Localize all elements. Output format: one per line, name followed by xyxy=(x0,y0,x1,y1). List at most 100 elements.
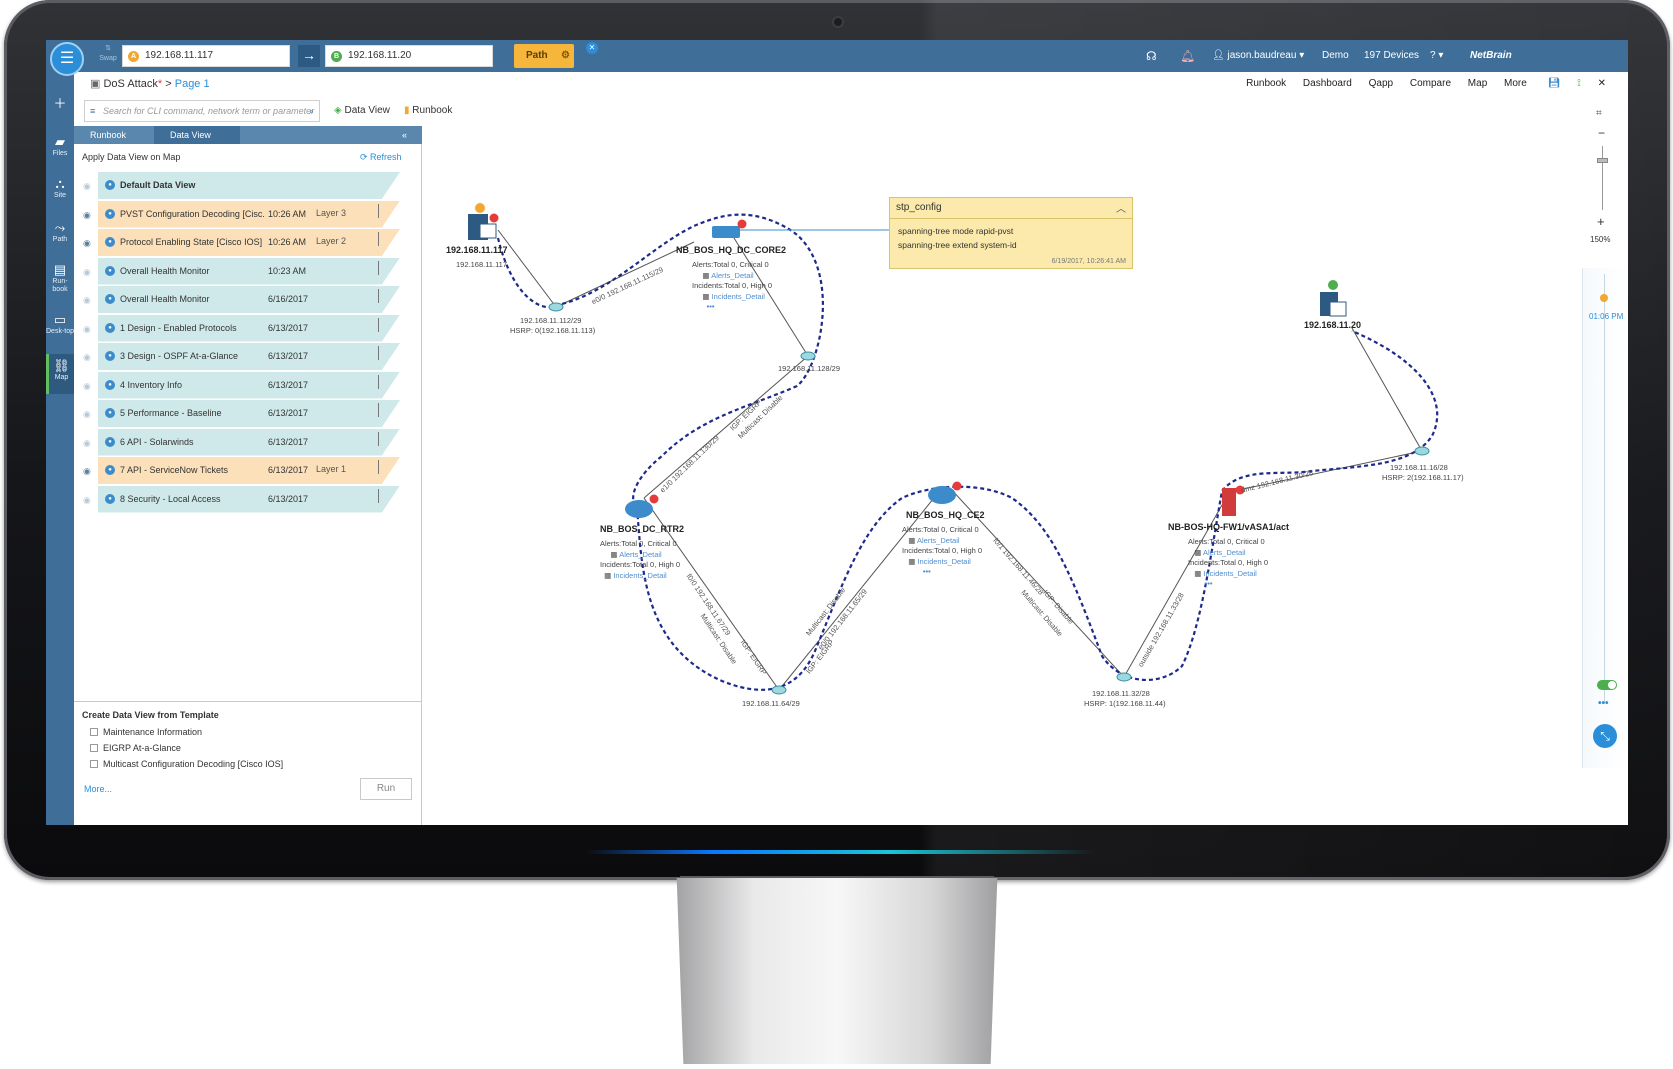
incidents-detail-link[interactable]: Incidents_Detail xyxy=(1203,569,1256,578)
pin-icon[interactable] xyxy=(378,232,379,246)
chevron-up-icon[interactable]: ︿ xyxy=(1116,200,1126,215)
core2-name[interactable]: NB_BOS_HQ_DC_CORE2 xyxy=(676,245,786,255)
eye-icon[interactable]: ◉ xyxy=(83,181,91,192)
incidents-detail-link[interactable]: Incidents_Detail xyxy=(712,292,765,301)
dataview-row[interactable]: ◉ ● 1 Design - Enabled Protocols 6/13/2017 xyxy=(78,314,418,342)
dataview-row[interactable]: ◉ ● Default Data View xyxy=(78,172,418,199)
share-icon[interactable]: ⟟ xyxy=(1577,78,1581,89)
config-note[interactable]: stp_config ︿ spanning-tree mode rapid-pv… xyxy=(889,197,1133,269)
destination-field[interactable]: B 192.168.11.20 xyxy=(325,45,493,67)
network-map[interactable]: 192.168.11.117 192.168.11.117 192.168.11… xyxy=(422,126,1580,825)
eye-icon[interactable]: ◉ xyxy=(83,466,91,477)
eye-icon[interactable]: ◉ xyxy=(83,438,91,449)
rtr2-name[interactable]: NB_BOS_DC_RTR2 xyxy=(600,524,684,534)
eye-icon[interactable]: ◉ xyxy=(83,210,91,221)
run-button[interactable]: Run xyxy=(360,778,412,800)
alerts-detail-link[interactable]: Alerts_Detail xyxy=(619,550,662,559)
eye-icon[interactable]: ◉ xyxy=(83,238,91,249)
template-item[interactable]: Multicast Configuration Decoding [Cisco … xyxy=(90,759,283,769)
pin-icon[interactable] xyxy=(378,317,379,332)
fw1-name[interactable]: NB-BOS-HQ-FW1/vASA1/act xyxy=(1168,522,1289,532)
host-a-name[interactable]: 192.168.11.117 xyxy=(446,245,508,255)
source-field[interactable]: A 192.168.11.117 xyxy=(122,45,290,67)
pin-icon[interactable] xyxy=(378,460,379,474)
toplink-runbook[interactable]: Runbook xyxy=(1246,78,1286,89)
dataview-row[interactable]: ◉ ● 4 Inventory Info 6/13/2017 xyxy=(78,371,418,399)
host-b-name[interactable]: 192.168.11.20 xyxy=(1304,320,1361,330)
swap-button[interactable]: ⇅ Swap xyxy=(96,44,120,64)
path-button[interactable]: Path ⚙ xyxy=(514,44,574,68)
rail-desktop[interactable]: ▭ Desk-top xyxy=(46,312,74,336)
dataview-tool[interactable]: ◈ Data View xyxy=(334,100,390,122)
eye-icon[interactable]: ◉ xyxy=(83,295,91,306)
dataview-row[interactable]: ◉ ● 8 Security - Local Access 6/13/2017 xyxy=(78,485,418,513)
zoom-handle[interactable] xyxy=(1597,158,1608,163)
toplink-qapp[interactable]: Qapp xyxy=(1369,78,1393,89)
ce2-name[interactable]: NB_BOS_HQ_CE2 xyxy=(906,510,985,520)
add-button[interactable]: ＋ xyxy=(46,96,74,112)
alerts-detail-link[interactable]: Alerts_Detail xyxy=(1203,548,1246,557)
help-icon[interactable]: ? ▾ xyxy=(1430,40,1443,72)
toplink-compare[interactable]: Compare xyxy=(1410,78,1451,89)
main-menu-button[interactable]: ☰ xyxy=(50,42,84,76)
rail-site[interactable]: ⛬ Site xyxy=(46,176,74,200)
devices-count[interactable]: 197 Devices xyxy=(1364,40,1419,72)
eye-icon[interactable]: ◉ xyxy=(83,352,91,363)
dataview-row[interactable]: ◉ ● Protocol Enabling State [Cisco IOS] 10:… xyxy=(78,229,418,256)
incidents-detail-link[interactable]: Incidents_Detail xyxy=(917,557,970,566)
rail-map[interactable]: ⛓ Map xyxy=(46,354,74,394)
dataview-row[interactable]: ◉ ● 7 API - ServiceNow Tickets 6/13/2017 Lay… xyxy=(78,457,418,484)
breadcrumb-doc[interactable]: DoS Attack xyxy=(103,78,157,90)
dataview-row[interactable]: ◉ ● Overall Health Monitor 10:23 AM xyxy=(78,257,418,285)
alerts-detail-link[interactable]: Alerts_Detail xyxy=(711,271,754,280)
dataview-row[interactable]: ◉ ● 6 API - Solarwinds 6/13/2017 xyxy=(78,428,418,456)
eye-icon[interactable]: ◉ xyxy=(83,409,91,420)
pin-icon[interactable] xyxy=(378,488,379,503)
checkbox[interactable] xyxy=(90,744,98,752)
toplink-more[interactable]: More xyxy=(1504,78,1527,89)
toplink-map[interactable]: Map xyxy=(1468,78,1487,89)
pin-icon[interactable] xyxy=(378,431,379,446)
tab-dataview[interactable]: Data View xyxy=(154,126,240,144)
user-menu[interactable]: 👤︎ jason.baudreau ▾ xyxy=(1212,40,1304,72)
close-icon[interactable]: ✕ xyxy=(586,42,598,54)
collapse-arrows-icon[interactable]: ⤡ xyxy=(1593,724,1617,748)
runbook-tool[interactable]: ▮ Runbook xyxy=(404,100,452,122)
dataview-row[interactable]: ◉ ● 3 Design - OSPF At-a-Glance 6/13/2017 xyxy=(78,343,418,370)
eye-icon[interactable]: ◉ xyxy=(83,324,91,335)
tab-runbook[interactable]: Runbook xyxy=(74,126,152,144)
zoom-in-button[interactable]: + xyxy=(1597,214,1605,229)
save-icon[interactable]: 💾︎ xyxy=(1548,78,1561,89)
pin-icon[interactable] xyxy=(378,374,379,389)
template-item[interactable]: EIGRP At-a-Glance xyxy=(90,743,181,753)
search-input[interactable]: ≡ Search for CLI command, network term o… xyxy=(84,100,320,122)
gear-icon[interactable]: ⚙ xyxy=(561,44,570,68)
eye-icon[interactable]: ◉ xyxy=(83,495,91,506)
close-map-icon[interactable]: ✕ xyxy=(1598,78,1606,89)
timeline-marker[interactable] xyxy=(1600,294,1608,302)
alerts-detail-link[interactable]: Alerts_Detail xyxy=(917,536,960,545)
pin-icon[interactable] xyxy=(378,403,379,417)
collapse-icon[interactable]: « xyxy=(396,126,407,144)
pin-icon[interactable] xyxy=(378,346,379,360)
dataview-row[interactable]: ◉ ● PVST Configuration Decoding [Cisc... 10… xyxy=(78,200,418,228)
more-options-icon[interactable]: ••• xyxy=(1598,698,1609,709)
zoom-out-button[interactable]: − xyxy=(1598,126,1605,140)
checkbox[interactable] xyxy=(90,760,98,768)
template-item[interactable]: Maintenance Information xyxy=(90,727,202,737)
breadcrumb-page[interactable]: Page 1 xyxy=(175,78,210,90)
rail-runbook[interactable]: ▤ Run-book xyxy=(46,262,74,294)
checkbox[interactable] xyxy=(90,728,98,736)
search-icon[interactable]: ⌕ xyxy=(309,101,314,121)
bell-icon[interactable]: 🔔︎ xyxy=(1180,40,1195,72)
chat-icon[interactable]: ☊ xyxy=(1146,40,1157,72)
pin-icon[interactable] xyxy=(378,260,379,275)
pin-icon[interactable] xyxy=(378,289,379,303)
pin-icon[interactable] xyxy=(378,203,379,218)
rail-files[interactable]: ▰ Files xyxy=(46,134,74,158)
arrow-right-icon[interactable]: → xyxy=(298,45,320,67)
eye-icon[interactable]: ◉ xyxy=(83,267,91,278)
toggle-switch[interactable] xyxy=(1597,680,1617,690)
dataview-row[interactable]: ◉ ● Overall Health Monitor 6/16/2017 xyxy=(78,286,418,313)
eye-icon[interactable]: ◉ xyxy=(83,381,91,392)
